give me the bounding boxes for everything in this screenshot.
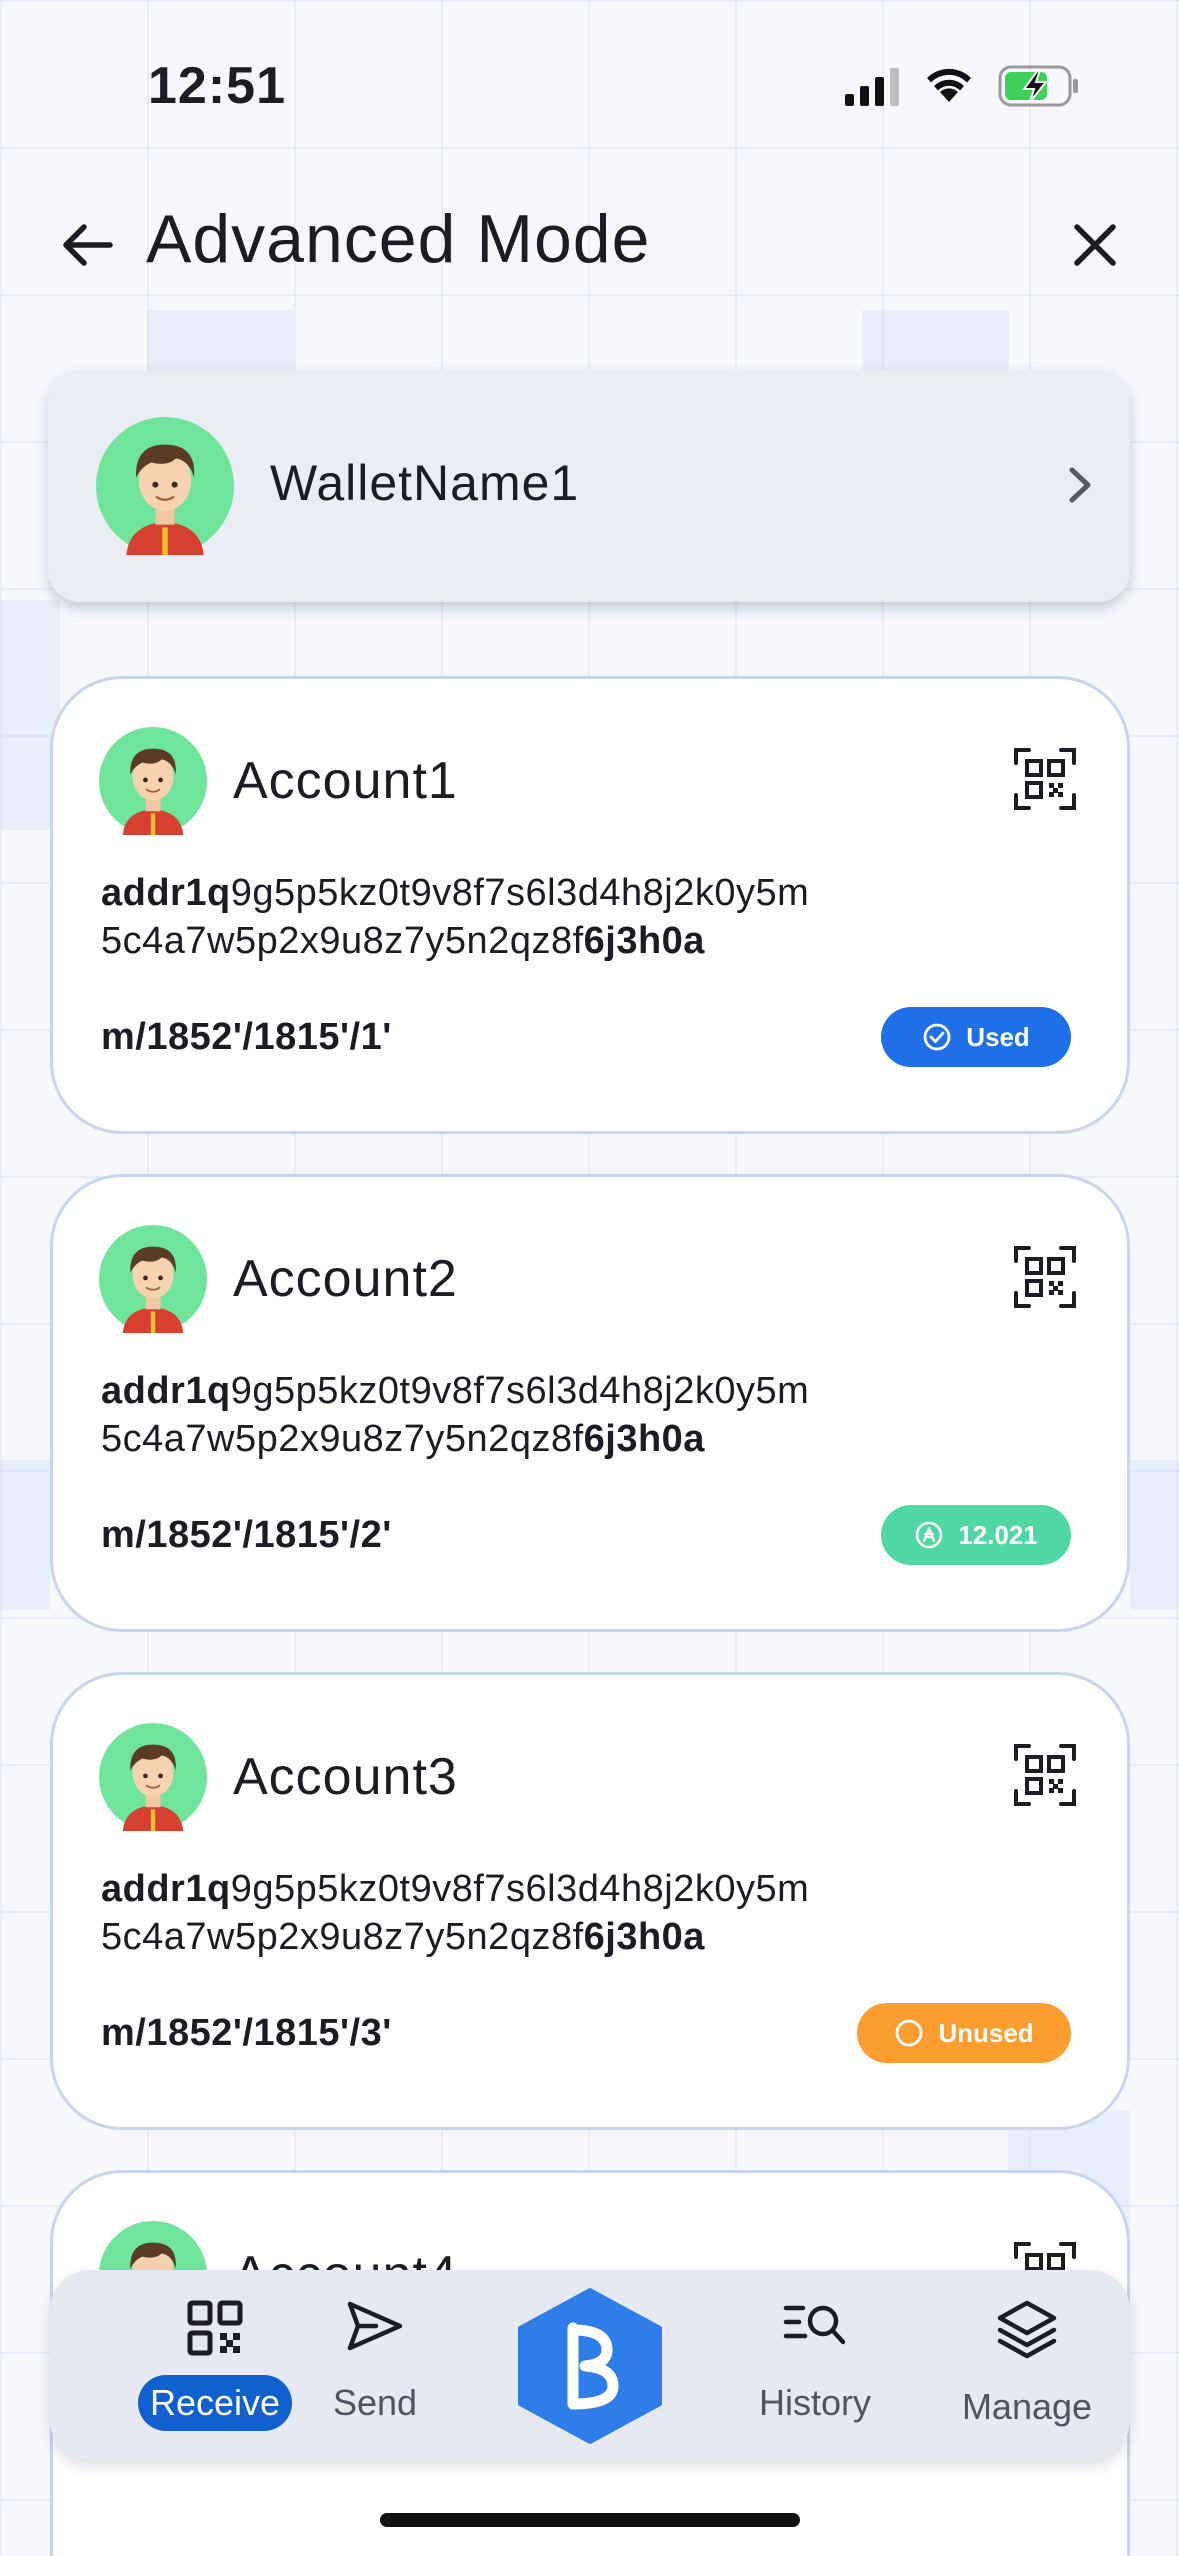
layers-icon xyxy=(997,2300,1057,2359)
ada-coin-icon xyxy=(915,1521,943,1549)
wifi-icon xyxy=(927,68,971,102)
wallet-name: WalletName1 xyxy=(270,455,580,511)
account-card[interactable]: Account3 addr1q9g5p5kz0t9v8f7s6l3d4h8j2k… xyxy=(50,1672,1130,2130)
brand-logo-icon[interactable] xyxy=(515,2288,665,2444)
nav-manage[interactable]: Manage xyxy=(942,2270,1112,2460)
nav-manage-label: Manage xyxy=(961,2386,1093,2427)
avatar xyxy=(99,1723,207,1831)
nav-history[interactable]: History xyxy=(730,2270,900,2460)
qr-code-icon[interactable] xyxy=(1013,1245,1077,1309)
balance-badge-label: 12.021 xyxy=(958,1519,1038,1550)
balance-badge: 12.021 xyxy=(881,1505,1071,1565)
nav-receive-label: Receive xyxy=(138,2375,292,2431)
derivation-path: m/1852'/1815'/1' xyxy=(101,1016,392,1058)
background-block xyxy=(1130,1460,1179,1610)
account-address: addr1q9g5p5kz0t9v8f7s6l3d4h8j2k0y5m 5c4a7… xyxy=(101,1868,810,1958)
send-icon xyxy=(347,2301,403,2351)
nav-send[interactable]: Send xyxy=(290,2270,460,2460)
avatar xyxy=(96,417,234,555)
qr-code-icon[interactable] xyxy=(1013,1743,1077,1807)
nav-history-label: History xyxy=(758,2382,871,2423)
empty-circle-icon xyxy=(895,2019,923,2047)
avatar xyxy=(99,727,207,835)
back-button[interactable] xyxy=(52,210,122,280)
nav-receive[interactable]: Receive xyxy=(130,2270,300,2460)
arrow-left-icon xyxy=(63,224,113,266)
bottom-navigation: Receive Send History Manage xyxy=(50,2270,1130,2460)
avatar xyxy=(99,1225,207,1333)
chevron-right-icon xyxy=(1069,467,1091,503)
background-block xyxy=(862,310,1009,370)
status-badge: Used xyxy=(881,1007,1071,1067)
wallet-selector[interactable]: WalletName1 xyxy=(48,370,1130,602)
background-block xyxy=(0,1460,50,1610)
account-card[interactable]: Account2 addr1q9g5p5kz0t9v8f7s6l3d4h8j2k… xyxy=(50,1174,1130,1632)
battery-charging-icon xyxy=(998,65,1078,107)
qr-code-icon[interactable] xyxy=(1013,747,1077,811)
status-time: 12:51 xyxy=(148,57,286,115)
history-search-icon xyxy=(783,2305,846,2345)
close-icon xyxy=(1074,224,1116,266)
account-card[interactable]: Account1 addr1q9g5p5kz0t9v8f7s6l3d4h8j2k… xyxy=(50,676,1130,1134)
status-badge: Unused xyxy=(857,2003,1071,2063)
background-block xyxy=(147,310,294,370)
derivation-path: m/1852'/1815'/2' xyxy=(101,1514,392,1556)
qr-code-icon xyxy=(187,2300,243,2356)
account-address: addr1q9g5p5kz0t9v8f7s6l3d4h8j2k0y5m 5c4a7… xyxy=(101,1370,810,1460)
status-bar: 12:51 xyxy=(0,0,1179,150)
status-badge-label: Unused xyxy=(938,2017,1034,2048)
status-badge-label: Used xyxy=(966,1021,1030,1052)
close-button[interactable] xyxy=(1060,210,1130,280)
account-name: Account2 xyxy=(233,1250,458,1308)
page-title: Advanced Mode xyxy=(146,201,651,277)
derivation-path: m/1852'/1815'/3' xyxy=(101,2012,392,2054)
cellular-signal-icon xyxy=(845,68,899,106)
check-circle-icon xyxy=(923,1023,951,1051)
home-indicator xyxy=(380,2513,800,2527)
account-address: addr1q9g5p5kz0t9v8f7s6l3d4h8j2k0y5m 5c4a7… xyxy=(101,872,810,962)
nav-send-label: Send xyxy=(332,2382,418,2423)
account-name: Account3 xyxy=(233,1748,458,1806)
account-name: Account1 xyxy=(233,752,458,810)
